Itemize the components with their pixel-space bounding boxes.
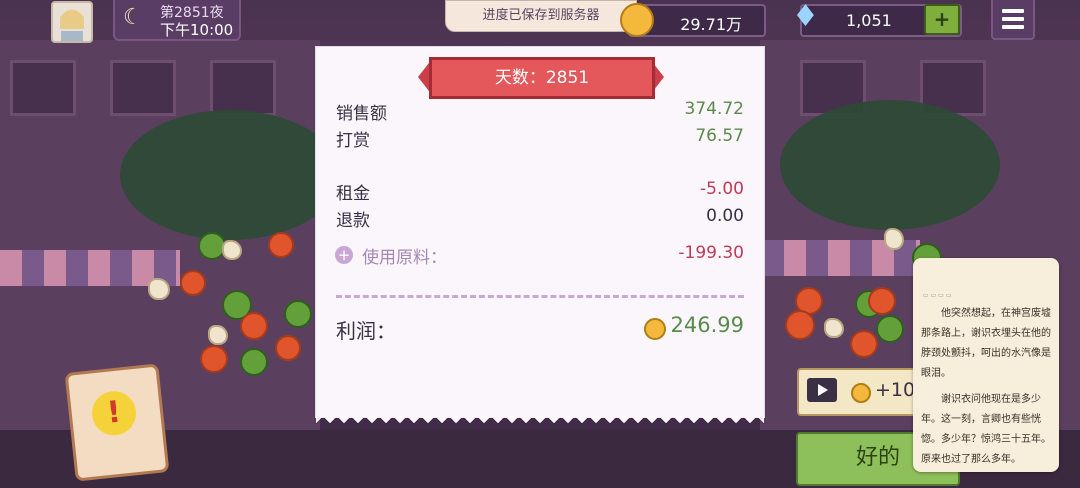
left-palm-tree xyxy=(120,110,340,240)
day-time-panel: ☾ 第2851夜 下午10:00 xyxy=(113,0,241,41)
expand-ingredients-icon[interactable]: + xyxy=(335,246,353,264)
daily-receipt: 天数：2851 销售额 374.72 打赏 76.57 租金 -5.00 退款 … xyxy=(316,47,764,429)
video-reward-amount: +10 xyxy=(875,379,916,401)
sales-value: 374.72 xyxy=(684,99,744,119)
sales-label: 销售额 xyxy=(336,104,387,124)
diamond-icon: ♦ xyxy=(792,0,819,34)
reader-header-bar: ▭ ▭ ▭ ▭ xyxy=(923,292,952,299)
reader-text: 他突然想起，在神宫废墟那条路上，谢识衣埋头在他的脖颈处颤抖，呵出的水汽像是眼泪。… xyxy=(921,304,1053,476)
right-palm-tree xyxy=(780,100,1000,230)
profit-coin-icon xyxy=(644,318,666,340)
floating-reader-window[interactable]: ▭ ▭ ▭ ▭ 他突然想起，在神宫废墟那条路上，谢识衣埋头在他的脖颈处颤抖，呵出… xyxy=(913,258,1059,472)
menu-button[interactable] xyxy=(991,0,1035,40)
receipt-title: 天数：2851 xyxy=(429,57,655,99)
coin-icon xyxy=(620,3,654,37)
refund-label: 退款 xyxy=(336,211,370,231)
ingredients-value: -199.30 xyxy=(678,243,744,263)
receipt-divider xyxy=(336,295,744,298)
player-avatar[interactable] xyxy=(51,1,93,43)
profit-value: 246.99 xyxy=(670,313,744,337)
reader-paragraph: 他突然想起，在神宫废墟那条路上，谢识衣埋头在他的脖颈处颤抖，呵出的水汽像是眼泪。 xyxy=(921,308,1051,379)
save-toast: 进度已保存到服务器 xyxy=(445,0,637,32)
add-gems-button[interactable]: + xyxy=(924,4,960,35)
rent-value: -5.00 xyxy=(700,179,744,199)
avatar-portrait-icon xyxy=(60,9,84,41)
profit-label: 利润： xyxy=(336,319,396,343)
tips-label: 打赏 xyxy=(336,131,370,151)
clock-time: 下午10:00 xyxy=(160,21,234,39)
exclamation-icon: ! xyxy=(89,389,139,438)
reward-coin-icon xyxy=(851,383,871,403)
gem-amount: 1,051 xyxy=(846,11,892,30)
moon-icon: ☾ xyxy=(123,5,143,30)
tips-value: 76.57 xyxy=(695,126,744,146)
coin-amount: 29.71万 xyxy=(680,15,742,34)
play-video-icon xyxy=(807,378,837,402)
reader-paragraph: 谢识衣问他现在是多少年。这一刻，言卿也有些恍惚。多少年？惊鸿三十五年。原来也过了… xyxy=(921,394,1051,465)
rent-label: 租金 xyxy=(336,184,370,204)
refund-value: 0.00 xyxy=(706,206,744,226)
ingredients-label[interactable]: 使用原料： xyxy=(362,243,447,268)
alert-card[interactable]: ! xyxy=(64,363,170,482)
